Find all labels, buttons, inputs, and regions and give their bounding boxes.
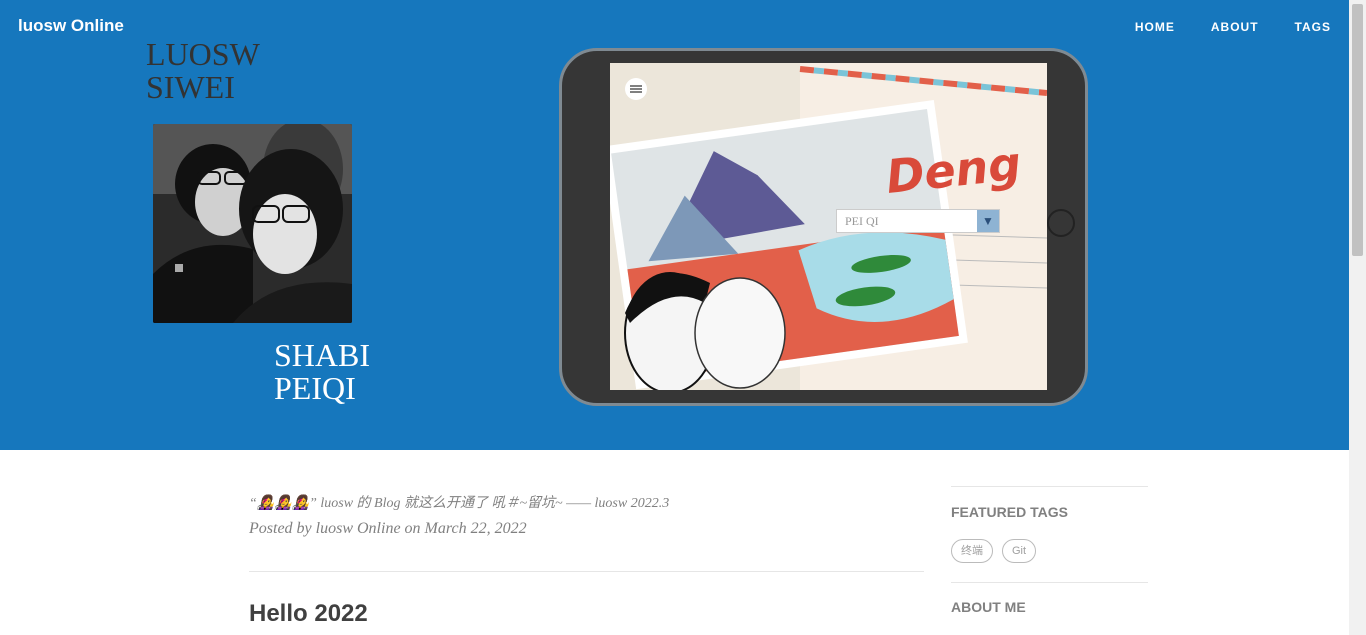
sidebar-divider	[951, 582, 1148, 583]
tag-list: 终端 Git	[951, 539, 1148, 563]
sidebar: FEATURED TAGS 终端 Git ABOUT ME	[951, 486, 1148, 615]
tablet-screen: Deng PEI QI ▼	[610, 63, 1047, 390]
featured-tags-heading: FEATURED TAGS	[951, 504, 1068, 520]
brand-link[interactable]: luosw Online	[18, 16, 124, 36]
scrollbar-thumb[interactable]	[1352, 4, 1363, 256]
content-divider	[249, 571, 924, 572]
hero-name-bottom-line1: SHABI	[274, 337, 371, 373]
post-subtitle: “👩‍🎤👩‍🎤👩‍🎤” luosw 的 Blog 就这么开通了 吼＃~留坑~ —…	[249, 496, 670, 511]
nav-about[interactable]: ABOUT	[1211, 20, 1259, 34]
nav-home[interactable]: HOME	[1135, 20, 1175, 34]
hero-name-top-line2: SIWEI	[146, 69, 235, 105]
tablet-home-button	[1047, 209, 1075, 237]
about-me-heading: ABOUT ME	[951, 599, 1026, 615]
page-scrollbar[interactable]	[1349, 0, 1366, 635]
tag-git[interactable]: Git	[1002, 539, 1037, 563]
hero-name-bottom: SHABI PEIQI	[274, 339, 370, 405]
chevron-down-icon[interactable]: ▼	[977, 210, 999, 232]
tag-terminal[interactable]: 终端	[951, 539, 993, 563]
name-dropdown-value: PEI QI	[845, 213, 879, 228]
post-byline: Posted by luosw Online on March 22, 2022	[249, 520, 527, 537]
hero-name-top: LUOSW SIWEI	[146, 38, 260, 104]
couple-photo	[153, 124, 352, 323]
hero-name-bottom-line2: PEIQI	[274, 370, 356, 406]
post-header: “👩‍🎤👩‍🎤👩‍🎤” luosw 的 Blog 就这么开通了 吼＃~留坑~ —…	[249, 494, 924, 538]
sidebar-divider	[951, 486, 1148, 487]
hero-name-top-line1: LUOSW	[146, 36, 260, 72]
hero-banner: luosw Online HOME ABOUT TAGS LUOSW SIWEI	[0, 0, 1349, 450]
name-dropdown[interactable]: PEI QI ▼	[836, 209, 1000, 233]
post-title[interactable]: Hello 2022	[249, 600, 368, 628]
top-nav: HOME ABOUT TAGS	[1099, 20, 1331, 34]
nav-tags[interactable]: TAGS	[1295, 20, 1331, 34]
